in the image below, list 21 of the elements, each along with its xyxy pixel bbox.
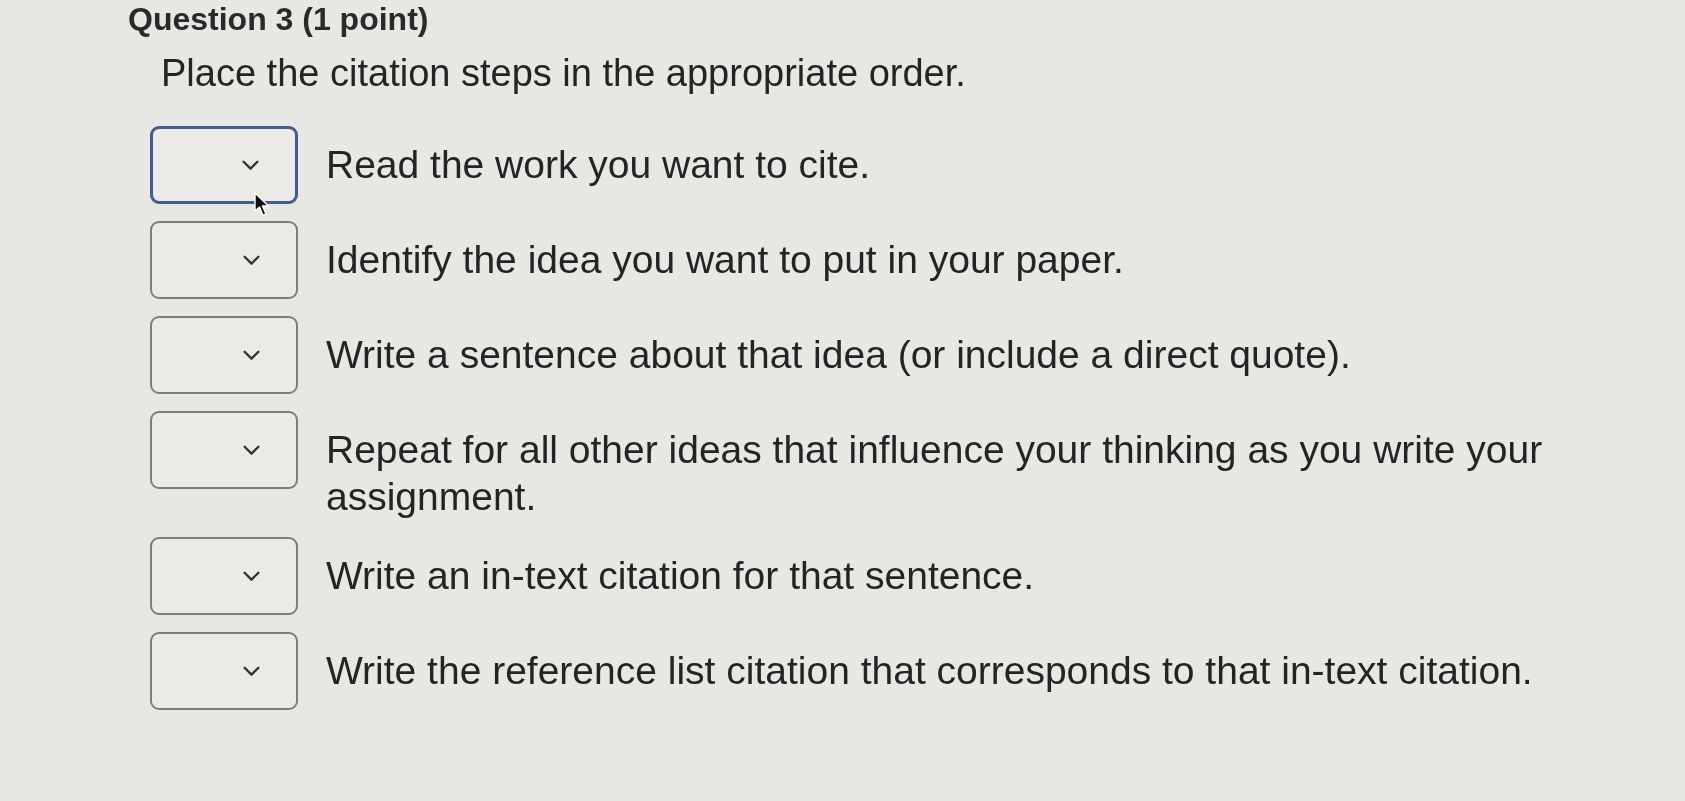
chevron-down-icon bbox=[243, 254, 260, 266]
order-dropdown[interactable] bbox=[150, 221, 298, 299]
step-text: Identify the idea you want to put in your paper. bbox=[326, 237, 1124, 283]
question-prompt: Place the citation steps in the appropriate order. bbox=[161, 51, 966, 96]
order-dropdown[interactable] bbox=[150, 316, 298, 394]
chevron-down-icon bbox=[243, 444, 260, 456]
order-dropdown[interactable] bbox=[150, 632, 298, 710]
step-text: Write the reference list citation that corresponds to that in-text citation. bbox=[326, 648, 1533, 694]
cursor-icon bbox=[254, 192, 270, 217]
chevron-down-icon bbox=[243, 665, 260, 677]
order-dropdown[interactable] bbox=[150, 126, 298, 204]
chevron-down-icon bbox=[242, 159, 259, 171]
chevron-down-icon bbox=[243, 349, 260, 361]
step-text: Write a sentence about that idea (or include a direct quote). bbox=[326, 332, 1351, 378]
question-title: Question 3 (1 point) bbox=[128, 0, 429, 38]
step-text: Read the work you want to cite. bbox=[326, 142, 871, 188]
step-text: Write an in-text citation for that sentence. bbox=[326, 553, 1035, 599]
order-dropdown[interactable] bbox=[150, 411, 298, 489]
order-dropdown[interactable] bbox=[150, 537, 298, 615]
chevron-down-icon bbox=[243, 570, 260, 582]
step-text: Repeat for all other ideas that influence your thinking as you write your assignment. bbox=[326, 427, 1544, 520]
